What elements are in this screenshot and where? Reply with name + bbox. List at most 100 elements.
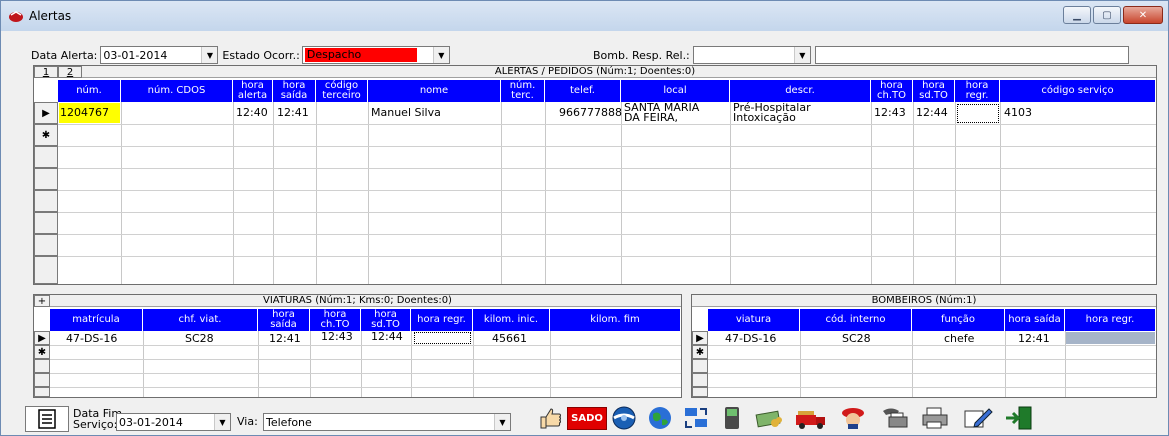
maximize-button[interactable]: ▢ [1093, 6, 1121, 24]
disc-icon[interactable] [609, 405, 639, 431]
cell-num[interactable]: 1204767 [59, 103, 120, 123]
col-cod-interno[interactable]: cód. interno [800, 309, 912, 331]
col-hora-regr[interactable]: hora regr. [1065, 309, 1156, 331]
cell-hora-sdto[interactable]: 12:44 [916, 107, 948, 118]
col-descr[interactable]: descr. [730, 80, 871, 102]
col-hora-chto[interactable]: hora ch.TO [871, 80, 913, 102]
document-lines-icon [38, 409, 56, 429]
col-local[interactable]: local [621, 80, 730, 102]
cell-codigo-servico[interactable]: 4103 [1004, 107, 1032, 118]
col-nome[interactable]: nome [368, 80, 501, 102]
cell-telef[interactable]: 966777888 [559, 107, 622, 118]
cell-hora-saida[interactable]: 12:41 [1018, 333, 1050, 344]
cell-hora-regr[interactable] [414, 332, 471, 344]
viaturas-expand-button[interactable]: + [34, 295, 50, 307]
alertas-caption-text: ALERTAS / PEDIDOS (Núm:1; Doentes:0) [494, 66, 696, 77]
chevron-down-icon[interactable]: ▼ [793, 47, 810, 63]
firefighter-icon[interactable] [835, 405, 871, 431]
cell-hora-chto[interactable]: 12:43 [874, 107, 906, 118]
row-new-indicator[interactable]: ✱ [34, 124, 58, 146]
exit-icon[interactable] [1001, 405, 1037, 431]
edit-document-icon[interactable] [959, 405, 995, 431]
cell-hora-alerta[interactable]: 12:40 [236, 107, 268, 118]
tab-2[interactable]: 2 [58, 66, 82, 78]
cell-hora-saida[interactable]: 12:41 [269, 333, 301, 344]
col-telef[interactable]: telef. [545, 80, 621, 102]
tab-1[interactable]: 1 [34, 66, 58, 78]
col-hora-saida[interactable]: hora saída [1005, 309, 1065, 331]
cell-hora-chto[interactable]: 12:43 [321, 331, 353, 342]
col-hora-regr[interactable]: hora regr. [955, 80, 1000, 102]
bomb-detail-field[interactable] [814, 46, 1129, 64]
col-funcao[interactable]: função [912, 309, 1005, 331]
cell-cod-interno[interactable]: SC28 [842, 333, 871, 344]
row-current-indicator[interactable]: ▶ [34, 102, 58, 124]
col-hora-sdto[interactable]: hora sd.TO [361, 309, 411, 331]
cell-funcao[interactable]: chefe [944, 333, 974, 344]
cell-hora-sdto[interactable]: 12:44 [371, 331, 403, 342]
close-button[interactable]: ✕ [1123, 6, 1163, 24]
bomb-label: Bomb. Resp. Rel.: [593, 48, 690, 62]
cell-hora-regr[interactable] [957, 104, 999, 123]
bomb-row: Bomb. Resp. Rel.: ▼ [593, 46, 1129, 64]
cell-kilom-inic[interactable]: 45661 [492, 333, 527, 344]
chevron-down-icon[interactable]: ▼ [494, 414, 510, 430]
row-new-indicator[interactable]: ✱ [34, 345, 50, 359]
col-num-cdos[interactable]: núm. CDOS [121, 80, 233, 102]
thumbs-up-icon[interactable] [535, 405, 565, 431]
row-indicator [34, 256, 58, 284]
cell-chf-viat[interactable]: SC28 [185, 333, 214, 344]
chevron-down-icon[interactable]: ▼ [432, 47, 449, 63]
chevron-down-icon[interactable]: ▼ [201, 47, 218, 63]
data-fim-value: 03-01-2014 [119, 415, 183, 429]
cell-local-line2[interactable]: DA FEIRA, [624, 112, 678, 123]
cell-nome[interactable]: Manuel Silva [371, 107, 441, 118]
viaturas-caption: VIATURAS (Núm:1; Kms:0; Doentes:0) [34, 295, 681, 307]
col-matricula[interactable]: matrícula [50, 309, 143, 331]
col-codigo-servico[interactable]: código serviço [1000, 80, 1156, 102]
col-hora-regr[interactable]: hora regr. [411, 309, 473, 331]
app-icon [9, 11, 23, 22]
col-num[interactable]: núm. [58, 80, 121, 102]
via-select[interactable]: Telefone ▼ [263, 413, 511, 431]
col-hora-chto[interactable]: hora ch.TO [310, 309, 361, 331]
row-current-indicator[interactable]: ▶ [692, 331, 708, 345]
printer-icon[interactable] [917, 405, 953, 431]
bomb-select[interactable]: ▼ [692, 46, 811, 64]
cell-hora-saida[interactable]: 12:41 [277, 107, 309, 118]
document-icon[interactable] [25, 406, 69, 432]
data-fim-select[interactable]: 03-01-2014 ▼ [116, 413, 231, 431]
col-codigo-terceiro[interactable]: código terceiro [316, 80, 368, 102]
col-viatura[interactable]: viatura [708, 309, 800, 331]
money-icon[interactable] [751, 405, 787, 431]
cell-viatura[interactable]: 47-DS-16 [725, 333, 776, 344]
switch-icon[interactable] [681, 405, 711, 431]
row-current-indicator[interactable]: ▶ [34, 331, 50, 345]
phone-fax-icon[interactable] [877, 405, 913, 431]
minimize-button[interactable]: ▁ [1063, 6, 1091, 24]
col-kilom-fim[interactable]: kilom. fim [550, 309, 681, 331]
bombeiros-grid: BOMBEIROS (Núm:1) viatura cód. interno f… [691, 294, 1157, 398]
row-indicator [34, 168, 58, 190]
col-hora-alerta[interactable]: hora alerta [233, 80, 273, 102]
col-kilom-inic[interactable]: kilom. inic. [473, 309, 550, 331]
row-new-indicator[interactable]: ✱ [692, 345, 708, 359]
col-hora-saida[interactable]: hora saída [258, 309, 310, 331]
data-alerta-select[interactable]: 03-01-2014 ▼ [100, 46, 219, 64]
truck-icon[interactable] [793, 405, 829, 431]
col-num-terc[interactable]: núm. terc. [501, 80, 545, 102]
col-chf-viat[interactable]: chf. viat. [143, 309, 258, 331]
estado-select[interactable]: Despacho ▼ [301, 46, 450, 64]
cell-descr-line2[interactable]: Intoxicação [733, 112, 796, 123]
globe-icon[interactable] [645, 405, 675, 431]
phone-icon[interactable] [717, 405, 747, 431]
row-indicator [34, 387, 50, 397]
col-hora-saida[interactable]: hora saída [273, 80, 316, 102]
chevron-down-icon[interactable]: ▼ [214, 414, 230, 430]
sado-button[interactable]: SADO [567, 405, 607, 431]
cell-matricula[interactable]: 47-DS-16 [66, 333, 117, 344]
cell-hora-regr[interactable] [1066, 332, 1155, 344]
data-alerta-value: 03-01-2014 [103, 48, 168, 62]
col-hora-sdto[interactable]: hora sd.TO [913, 80, 955, 102]
via-label: Via: [237, 415, 258, 428]
